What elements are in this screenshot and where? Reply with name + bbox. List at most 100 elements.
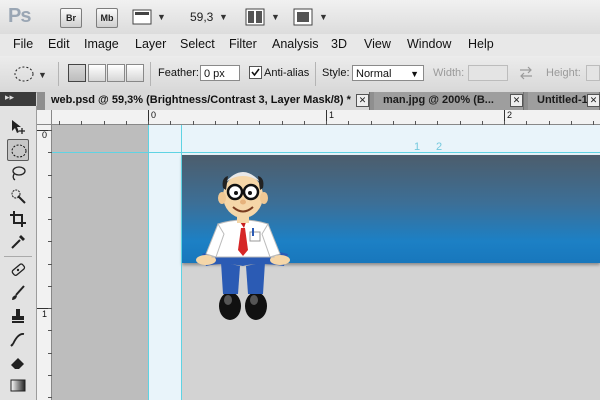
separator (150, 62, 151, 86)
document-tabs: web.psd @ 59,3% (Brightness/Contrast 3, … (37, 92, 600, 110)
gradient-icon (10, 379, 26, 392)
menu-bar: File Edit Image Layer Select Filter Anal… (0, 34, 600, 57)
close-icon[interactable]: ✕ (510, 94, 523, 107)
lasso-tool[interactable] (7, 162, 29, 184)
menu-file[interactable]: File (13, 37, 33, 51)
gradient-tool[interactable] (7, 374, 29, 396)
separator (315, 62, 316, 86)
menu-layer[interactable]: Layer (135, 37, 166, 51)
vertical-ruler-ticks (37, 130, 52, 398)
menu-image[interactable]: Image (84, 37, 119, 51)
chevron-down-icon[interactable]: ▼ (319, 12, 328, 22)
application-bar: Ps Br Mb ▼ 59,3 ▼ ▼ ▼ (0, 0, 600, 35)
tab-label: web.psd @ 59,3% (Brightness/Contrast 3, … (51, 94, 351, 106)
horizontal-ruler-ticks (59, 110, 594, 125)
subtract-from-selection-button[interactable] (107, 64, 125, 82)
ruler-origin[interactable] (37, 110, 52, 125)
history-brush-tool[interactable] (7, 328, 29, 350)
elliptical-marquee-tool[interactable] (7, 139, 29, 161)
guide-label: 1 (414, 141, 421, 153)
mini-bridge-button[interactable]: Mb (96, 8, 118, 28)
ruler-label: 1 (329, 110, 335, 120)
photoshop-logo: Ps (8, 5, 31, 27)
menu-window[interactable]: Window (407, 37, 451, 51)
anti-alias-label: Anti-alias (264, 67, 310, 79)
view-extras-icon (132, 9, 152, 25)
eyedropper-tool[interactable] (7, 231, 29, 253)
anti-alias-checkbox[interactable] (249, 66, 262, 79)
menu-select[interactable]: Select (180, 37, 215, 51)
menu-view[interactable]: View (364, 37, 391, 51)
tab-web-psd[interactable]: web.psd @ 59,3% (Brightness/Contrast 3, … (45, 92, 370, 110)
chevron-down-icon[interactable]: ▼ (157, 12, 166, 22)
height-input[interactable] (586, 65, 600, 81)
close-icon[interactable]: ✕ (587, 94, 600, 107)
canvas-margin (148, 125, 181, 400)
crop-icon (10, 211, 26, 227)
healing-brush-icon (11, 263, 26, 276)
ruler-label: 2 (507, 110, 513, 120)
vertical-guide[interactable] (148, 125, 149, 400)
bridge-button[interactable]: Br (60, 8, 82, 28)
tool-preset-picker[interactable]: ▼ (8, 62, 52, 86)
ruler-label: 0 (151, 110, 157, 120)
horizontal-guide[interactable] (52, 152, 600, 153)
style-select[interactable]: Normal ▼ (352, 65, 424, 81)
brush-tool[interactable] (7, 282, 29, 304)
chevron-down-icon: ▼ (410, 69, 419, 79)
clone-stamp-icon (12, 309, 24, 323)
swap-width-height-button[interactable] (518, 66, 534, 80)
guide-label: 2 (436, 141, 443, 153)
chevron-down-icon[interactable]: ▼ (271, 12, 280, 22)
quick-selection-icon (11, 189, 26, 204)
height-label: Height: (546, 67, 581, 79)
history-brush-icon (10, 333, 25, 347)
separator (58, 62, 59, 86)
tools-panel (0, 106, 37, 400)
cartoon-man-illustration[interactable] (188, 162, 298, 327)
svg-text:▼: ▼ (38, 70, 47, 80)
checkmark-icon (251, 68, 260, 77)
arrange-documents-button[interactable] (245, 8, 267, 26)
brush-icon (12, 285, 25, 300)
zoom-level[interactable]: 59,3 (190, 10, 213, 24)
move-tool[interactable] (7, 116, 29, 138)
ruler-label: 0 (42, 130, 48, 140)
screen-mode-icon (293, 8, 313, 26)
feather-label: Feather: (158, 67, 199, 79)
view-extras-button[interactable] (132, 8, 154, 26)
close-icon[interactable]: ✕ (356, 94, 369, 107)
screen-mode-button[interactable] (293, 8, 315, 26)
feather-input[interactable]: 0 px (200, 65, 240, 81)
clone-stamp-tool[interactable] (7, 305, 29, 327)
options-bar: ▼ Feather: 0 px Anti-alias Style: Normal… (0, 56, 600, 93)
add-to-selection-button[interactable] (88, 64, 106, 82)
eraser-icon (11, 358, 24, 369)
menu-analysis[interactable]: Analysis (272, 37, 319, 51)
menu-filter[interactable]: Filter (229, 37, 257, 51)
style-label: Style: (322, 67, 350, 79)
eraser-tool[interactable] (7, 351, 29, 373)
vertical-guide[interactable] (181, 125, 182, 400)
lasso-icon (12, 166, 26, 181)
new-selection-button[interactable] (68, 64, 86, 82)
intersect-selection-button[interactable] (126, 64, 144, 82)
crop-tool[interactable] (7, 208, 29, 230)
menu-edit[interactable]: Edit (48, 37, 70, 51)
menu-help[interactable]: Help (468, 37, 494, 51)
elliptical-marquee-icon: ▼ (14, 66, 47, 82)
tab-label: man.jpg @ 200% (B... (383, 94, 494, 106)
arrange-documents-icon (245, 8, 265, 26)
ruler-label: 1 (42, 309, 48, 319)
horizontal-ruler[interactable]: 0 1 2 (52, 110, 600, 125)
chevron-down-icon[interactable]: ▼ (219, 12, 228, 22)
spot-healing-brush-tool[interactable] (7, 259, 29, 281)
menu-3d[interactable]: 3D (331, 37, 347, 51)
tab-man-jpg[interactable]: man.jpg @ 200% (B... (374, 92, 524, 110)
width-input[interactable] (468, 65, 508, 81)
canvas-top-margin (148, 125, 600, 155)
quick-selection-tool[interactable] (7, 185, 29, 207)
tools-panel-header[interactable]: ▸▸ (0, 92, 36, 106)
vertical-ruler[interactable]: 0 1 (37, 125, 52, 400)
swap-arrows-icon (520, 66, 532, 80)
